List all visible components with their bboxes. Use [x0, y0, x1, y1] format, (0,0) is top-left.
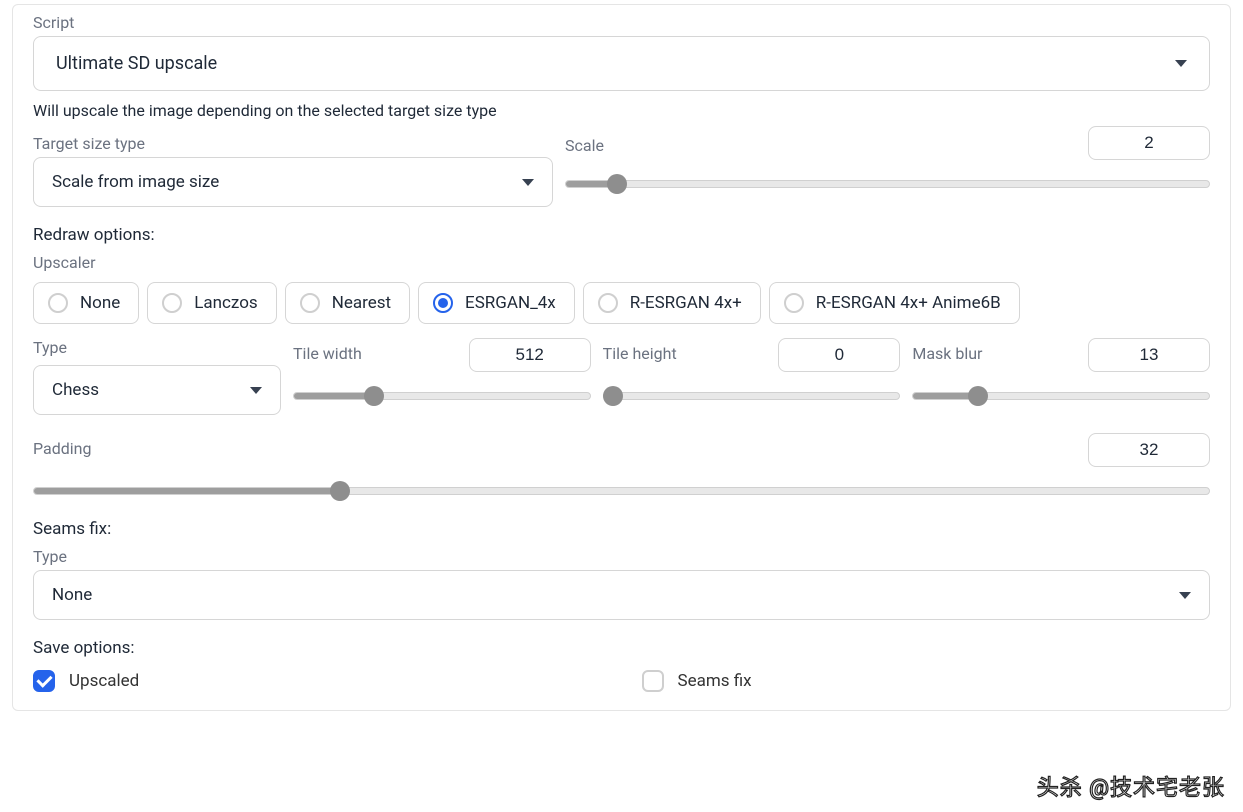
- tile-width-slider[interactable]: [293, 386, 591, 406]
- upscaler-option-label: Lanczos: [194, 293, 257, 313]
- seams-fix-heading: Seams fix:: [33, 519, 1210, 539]
- upscaled-checkbox[interactable]: [33, 670, 55, 692]
- type-select[interactable]: Chess: [33, 365, 281, 415]
- mask-blur-slider[interactable]: [912, 386, 1210, 406]
- upscaler-option-nearest[interactable]: Nearest: [285, 282, 410, 324]
- target-size-select[interactable]: Scale from image size: [33, 157, 553, 207]
- caret-down-icon: [250, 387, 262, 394]
- caret-down-icon: [1179, 592, 1191, 599]
- caret-down-icon: [522, 179, 534, 186]
- tile-height-slider[interactable]: [603, 386, 901, 406]
- redraw-options-heading: Redraw options:: [33, 225, 1210, 245]
- script-description: Will upscale the image depending on the …: [33, 101, 1210, 120]
- type-label: Type: [33, 338, 281, 357]
- radio-icon: [784, 293, 804, 313]
- mask-blur-label: Mask blur: [912, 344, 982, 363]
- radio-icon: [598, 293, 618, 313]
- script-label: Script: [33, 13, 1210, 32]
- caret-down-icon: [1175, 60, 1187, 67]
- target-size-value: Scale from image size: [52, 172, 219, 192]
- upscaler-option-label: None: [80, 293, 120, 313]
- tile-width-label: Tile width: [293, 344, 362, 363]
- scale-input[interactable]: [1088, 126, 1210, 160]
- upscaler-radio-group: None Lanczos Nearest ESRGAN_4x R-ESRGAN 4x+ R…: [33, 282, 1210, 324]
- seams-fix-type-select[interactable]: None: [33, 570, 1210, 620]
- mask-blur-input[interactable]: [1088, 338, 1210, 372]
- radio-icon: [162, 293, 182, 313]
- scale-slider[interactable]: [565, 174, 1210, 194]
- scale-label: Scale: [565, 136, 604, 155]
- upscaler-option-esrgan-4x[interactable]: ESRGAN_4x: [418, 282, 575, 324]
- upscaler-option-label: Nearest: [332, 293, 391, 313]
- tile-width-input[interactable]: [469, 338, 591, 372]
- upscaler-option-label: ESRGAN_4x: [465, 293, 556, 313]
- save-options-heading: Save options:: [33, 638, 1210, 658]
- upscaler-option-label: R-ESRGAN 4x+: [630, 293, 742, 313]
- upscaler-option-lanczos[interactable]: Lanczos: [147, 282, 276, 324]
- padding-slider[interactable]: [33, 481, 1210, 501]
- seams-fix-type-label: Type: [33, 547, 1210, 566]
- upscaler-option-none[interactable]: None: [33, 282, 139, 324]
- radio-icon: [48, 293, 68, 313]
- tile-height-input[interactable]: [778, 338, 900, 372]
- radio-icon: [433, 293, 453, 313]
- tile-height-label: Tile height: [603, 344, 677, 363]
- script-select-value: Ultimate SD upscale: [56, 53, 217, 74]
- upscaler-option-r-esrgan-4x-[interactable]: R-ESRGAN 4x+: [583, 282, 761, 324]
- seams-fix-checkbox-label: Seams fix: [678, 671, 752, 691]
- padding-label: Padding: [33, 439, 91, 458]
- type-select-value: Chess: [52, 380, 99, 400]
- seams-fix-checkbox[interactable]: [642, 670, 664, 692]
- watermark-text: 头杀 @技术宅老张: [1037, 770, 1225, 802]
- seams-fix-type-value: None: [52, 585, 92, 605]
- upscaler-option-r-esrgan-4x-anime6b[interactable]: R-ESRGAN 4x+ Anime6B: [769, 282, 1020, 324]
- upscaler-option-label: R-ESRGAN 4x+ Anime6B: [816, 293, 1001, 313]
- upscaler-label: Upscaler: [33, 253, 1210, 272]
- target-size-label: Target size type: [33, 134, 553, 153]
- padding-input[interactable]: [1088, 433, 1210, 467]
- script-select[interactable]: Ultimate SD upscale: [33, 36, 1210, 91]
- upscaled-checkbox-label: Upscaled: [69, 671, 139, 691]
- radio-icon: [300, 293, 320, 313]
